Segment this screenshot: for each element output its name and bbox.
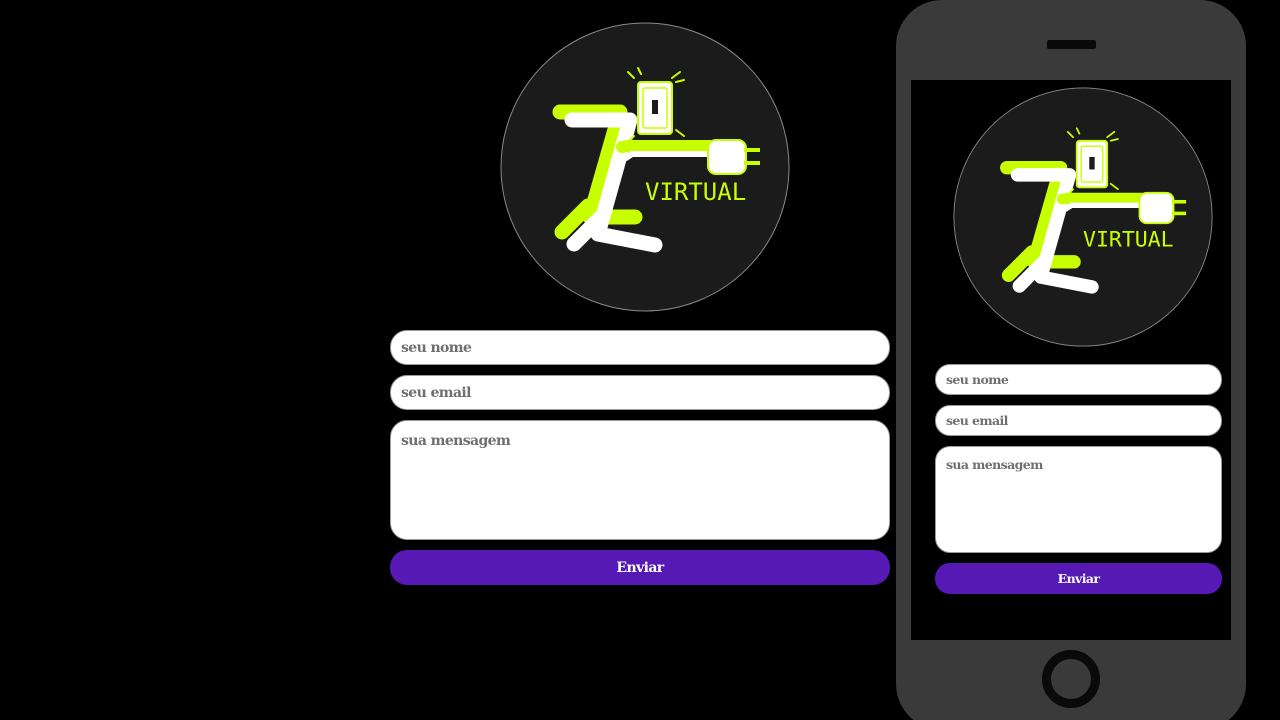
phone-brand-logo: VIRTUAL <box>953 87 1213 347</box>
phone-email-input[interactable] <box>935 405 1222 436</box>
phone-mockup: VIRTUAL Enviar <box>896 0 1246 720</box>
phone-screen: VIRTUAL Enviar <box>911 80 1231 640</box>
phone-speaker <box>1047 40 1096 49</box>
phone-home-button <box>1042 650 1100 708</box>
brand-logo: VIRTUAL <box>500 22 790 312</box>
phone-brand-logo-text: VIRTUAL <box>1083 228 1174 253</box>
email-input[interactable] <box>390 375 890 410</box>
name-input[interactable] <box>390 330 890 365</box>
phone-message-textarea[interactable] <box>935 446 1222 553</box>
page: VIRTUAL Enviar <box>0 0 1280 720</box>
phone-name-input[interactable] <box>935 364 1222 395</box>
brand-logo-text: VIRTUAL <box>645 178 746 206</box>
submit-button[interactable]: Enviar <box>390 550 890 585</box>
phone-contact-form: Enviar <box>935 364 1222 594</box>
message-textarea[interactable] <box>390 420 890 540</box>
contact-form: Enviar <box>390 330 890 585</box>
phone-submit-button[interactable]: Enviar <box>935 563 1222 594</box>
